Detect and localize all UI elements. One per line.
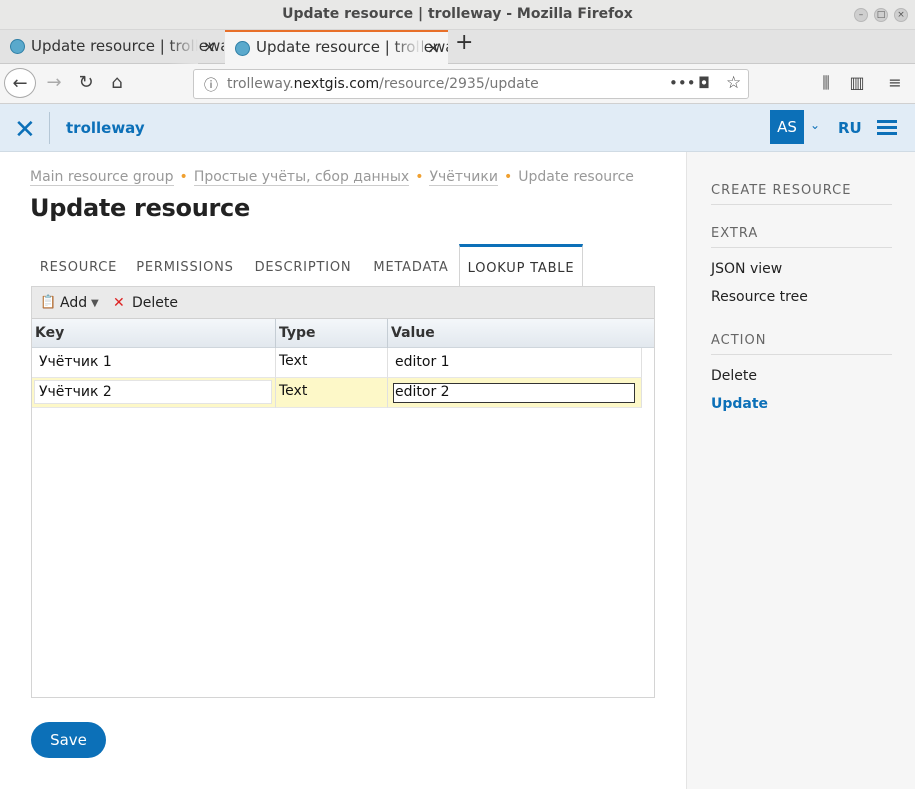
tab-metadata[interactable]: METADATA <box>363 244 459 286</box>
chevron-down-icon[interactable]: ⌄ <box>810 118 820 132</box>
key-cell[interactable]: Учётчик 2 <box>32 378 276 408</box>
lookup-table-panel: 📋 Add ▼ ✕ Delete Key Type Value Учётчик … <box>31 286 655 698</box>
sidebar-heading-action: ACTION <box>711 333 892 355</box>
sidebar-item-resource-tree[interactable]: Resource tree <box>711 289 808 305</box>
page-title: Update resource <box>30 194 250 222</box>
breadcrumb-current: Update resource <box>518 169 634 185</box>
app-header: ✕ trolleway AS ⌄ RU <box>0 104 915 152</box>
maximize-icon[interactable]: □ <box>874 8 888 22</box>
table-row[interactable]: Учётчик 1 Text editor 1 <box>32 348 642 378</box>
hamburger-menu-icon[interactable] <box>877 120 897 138</box>
value-cell[interactable]: editor 2 <box>388 378 642 408</box>
breadcrumb: Main resource group • Простые учёты, сбор … <box>30 169 634 186</box>
forward-icon[interactable]: → <box>42 68 66 98</box>
sidebar-heading-extra: EXTRA <box>711 226 892 248</box>
more-icon[interactable]: ••• <box>669 74 696 92</box>
close-window-icon[interactable]: × <box>894 8 908 22</box>
new-tab-icon[interactable]: + <box>455 30 473 55</box>
breadcrumb-item[interactable]: Учётчики <box>429 169 498 186</box>
main-content: Main resource group • Простые учёты, сбор … <box>0 152 686 789</box>
pocket-icon[interactable]: ◘ <box>698 74 710 92</box>
tab-permissions[interactable]: PERMISSIONS <box>127 244 243 286</box>
tab-description[interactable]: DESCRIPTION <box>243 244 363 286</box>
browser-tab-2[interactable]: Update resource | trolleway × <box>225 30 448 64</box>
menu-icon[interactable]: ≡ <box>885 68 905 98</box>
right-sidebar: CREATE RESOURCE EXTRA JSON view Resource… <box>686 152 915 789</box>
tab-resource[interactable]: RESOURCE <box>30 244 127 286</box>
globe-icon <box>235 41 250 56</box>
sidebar-item-json-view[interactable]: JSON view <box>711 261 782 277</box>
add-icon[interactable]: 📋 <box>40 295 56 310</box>
reload-icon[interactable]: ↻ <box>74 68 98 98</box>
column-header-type[interactable]: Type <box>276 319 388 348</box>
delete-button[interactable]: Delete <box>132 295 178 311</box>
globe-icon <box>10 39 25 54</box>
breadcrumb-item[interactable]: Простые учёты, сбор данных <box>193 169 410 186</box>
grid-header: Key Type Value <box>32 319 654 348</box>
url-text: trolleway.nextgis.com/resource/2935/upda… <box>227 76 539 92</box>
url-bar[interactable]: ⓘ trolleway.nextgis.com/resource/2935/up… <box>193 69 749 99</box>
window-title: Update resource | trolleway - Mozilla Fi… <box>282 6 633 22</box>
browser-tabbar: Update resource | trolleway × Update res… <box>0 30 915 64</box>
navigation-bar: ← → ↻ ⌂ ⓘ trolleway.nextgis.com/resource… <box>0 64 915 104</box>
value-cell[interactable]: editor 1 <box>388 348 642 378</box>
window-titlebar: Update resource | trolleway - Mozilla Fi… <box>0 0 915 30</box>
bookmark-star-icon[interactable]: ☆ <box>726 73 741 93</box>
language-switch[interactable]: RU <box>838 119 862 137</box>
type-cell[interactable]: Text <box>276 348 388 378</box>
breadcrumb-item[interactable]: Main resource group <box>30 169 174 186</box>
resource-tabs: RESOURCE PERMISSIONS DESCRIPTION METADAT… <box>30 244 655 286</box>
add-button[interactable]: Add <box>60 295 87 311</box>
nextgis-logo-icon[interactable]: ✕ <box>14 115 36 145</box>
avatar[interactable]: AS <box>770 110 804 144</box>
library-icon[interactable]: ⫼ <box>814 68 838 98</box>
chevron-down-icon[interactable]: ▼ <box>91 298 99 309</box>
sidebar-heading-create[interactable]: CREATE RESOURCE <box>711 183 892 205</box>
table-row[interactable]: Учётчик 2 Text editor 2 <box>32 378 642 408</box>
sidebar-item-delete[interactable]: Delete <box>711 368 757 384</box>
browser-tab-1[interactable]: Update resource | trolleway × <box>0 30 224 64</box>
tab-close-icon[interactable]: × <box>203 30 216 63</box>
minimize-icon[interactable]: – <box>854 8 868 22</box>
tab-close-icon[interactable]: × <box>427 32 440 63</box>
sidebar-icon[interactable]: ▥ <box>845 68 869 98</box>
save-button[interactable]: Save <box>31 722 106 758</box>
column-header-value[interactable]: Value <box>388 319 654 348</box>
sidebar-item-update[interactable]: Update <box>711 396 768 412</box>
delete-icon[interactable]: ✕ <box>113 295 125 311</box>
grid-toolbar: 📋 Add ▼ ✕ Delete <box>32 287 654 319</box>
key-cell[interactable]: Учётчик 1 <box>32 348 276 378</box>
tab-lookup-table[interactable]: LOOKUP TABLE <box>459 244 583 286</box>
column-header-key[interactable]: Key <box>32 319 276 348</box>
type-cell[interactable]: Text <box>276 378 388 408</box>
app-name[interactable]: trolleway <box>66 119 145 137</box>
home-icon[interactable]: ⌂ <box>105 68 129 98</box>
back-icon[interactable]: ← <box>4 68 36 98</box>
info-icon[interactable]: ⓘ <box>204 75 218 95</box>
